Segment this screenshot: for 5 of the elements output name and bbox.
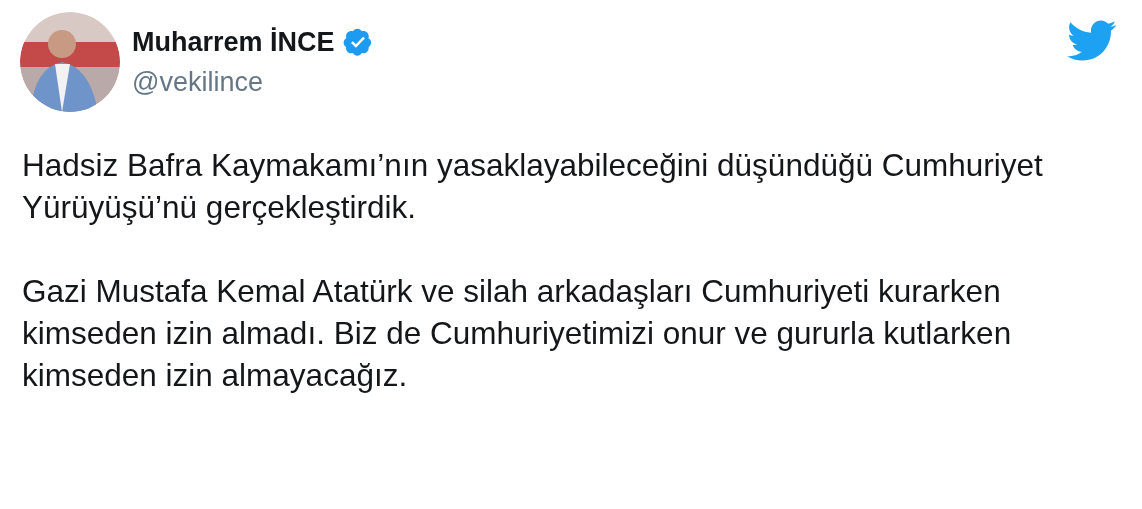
tweet-text: Hadsiz Bafra Kaymakamı’nın yasaklayabileceğini düşündüğü Cumhuriyet Yürüyüşü’nü gerçekleştirdik.: [22, 146, 1044, 227]
tweet-text: Gazi Mustafa Kemal Atatürk ve silah arkadaşları Cumhuriyeti kurarken kimseden izin almadı. Biz de Cumhuriyetimizi onur ve gururla kutlarken kimseden izin almayacağız.: [22, 272, 1013, 395]
twitter-bird-icon: [1067, 20, 1117, 62]
author-handle[interactable]: @vekilince: [132, 64, 373, 100]
author-name[interactable]: Muharrem İNCE: [132, 24, 335, 60]
